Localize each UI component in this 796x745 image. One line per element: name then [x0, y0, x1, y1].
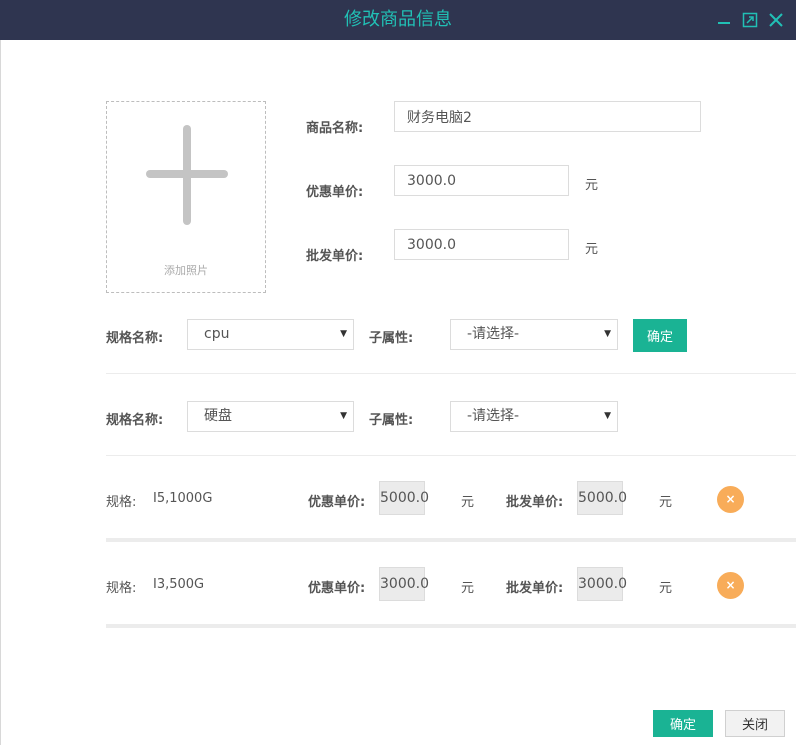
sub-attribute-label: 子属性: — [369, 413, 414, 428]
row-wholesale-label: 批发单价: — [506, 581, 564, 596]
row-discount-unit: 元 — [461, 581, 475, 596]
row-discount-unit: 元 — [461, 495, 475, 510]
divider — [106, 624, 796, 628]
wholesale-price-label: 批发单价: — [306, 249, 364, 264]
row-wholesale-unit: 元 — [659, 495, 673, 510]
spec-row-label: 规格: — [106, 581, 137, 596]
maximize-icon[interactable] — [742, 12, 758, 28]
row-wholesale-label: 批发单价: — [506, 495, 564, 510]
spec-name-value: cpu — [204, 326, 230, 342]
spec-name-label: 规格名称: — [106, 331, 164, 346]
sub-attribute-select[interactable]: -请选择- ▼ — [450, 401, 618, 432]
product-name-label: 商品名称: — [306, 121, 364, 136]
spec-name-value: 硬盘 — [204, 408, 232, 424]
discount-unit: 元 — [585, 178, 599, 193]
add-photo-box[interactable]: 添加照片 — [106, 101, 266, 293]
add-photo-label: 添加照片 — [164, 264, 208, 277]
discount-price-input[interactable] — [394, 165, 569, 196]
spec-confirm-button[interactable]: 确定 — [633, 319, 687, 352]
dropdown-arrow-icon: ▼ — [604, 411, 611, 421]
spec-name-select[interactable]: 硬盘 ▼ — [187, 401, 354, 432]
spec-row-value: I3,500G — [153, 577, 205, 592]
product-name-input[interactable] — [394, 101, 701, 132]
wholesale-price-input[interactable] — [394, 229, 569, 260]
dropdown-arrow-icon: ▼ — [604, 329, 611, 339]
close-icon: × — [725, 578, 736, 592]
spec-row-value: I5,1000G — [153, 491, 213, 506]
sub-attribute-label: 子属性: — [369, 331, 414, 346]
row-discount-label: 优惠单价: — [308, 581, 366, 596]
dropdown-arrow-icon: ▼ — [340, 411, 347, 421]
dropdown-arrow-icon: ▼ — [340, 329, 347, 339]
close-icon: × — [725, 492, 736, 506]
delete-spec-button[interactable]: × — [717, 486, 744, 513]
spec-name-select[interactable]: cpu ▼ — [187, 319, 354, 350]
row-discount-value: 3000.0 — [379, 567, 429, 601]
divider — [106, 538, 796, 542]
sub-attribute-select[interactable]: -请选择- ▼ — [450, 319, 618, 350]
title-bar: 修改商品信息 — [0, 0, 796, 40]
close-button[interactable]: 关闭 — [725, 710, 785, 737]
divider — [106, 373, 796, 374]
sub-attribute-value: -请选择- — [467, 408, 520, 424]
row-discount-label: 优惠单价: — [308, 495, 366, 510]
close-icon[interactable] — [768, 12, 784, 28]
delete-spec-button[interactable]: × — [717, 572, 744, 599]
row-discount-value: 5000.0 — [379, 481, 429, 515]
confirm-button[interactable]: 确定 — [653, 710, 713, 737]
row-wholesale-value: 3000.0 — [577, 567, 627, 601]
divider — [106, 455, 796, 456]
plus-icon — [146, 125, 228, 229]
wholesale-unit: 元 — [585, 242, 599, 257]
spec-name-label: 规格名称: — [106, 413, 164, 428]
dialog-title: 修改商品信息 — [344, 9, 452, 30]
row-wholesale-value: 5000.0 — [577, 481, 627, 515]
discount-price-label: 优惠单价: — [306, 185, 364, 200]
spec-row-label: 规格: — [106, 495, 137, 510]
sub-attribute-value: -请选择- — [467, 326, 520, 342]
row-wholesale-unit: 元 — [659, 581, 673, 596]
minimize-icon[interactable] — [716, 12, 732, 28]
